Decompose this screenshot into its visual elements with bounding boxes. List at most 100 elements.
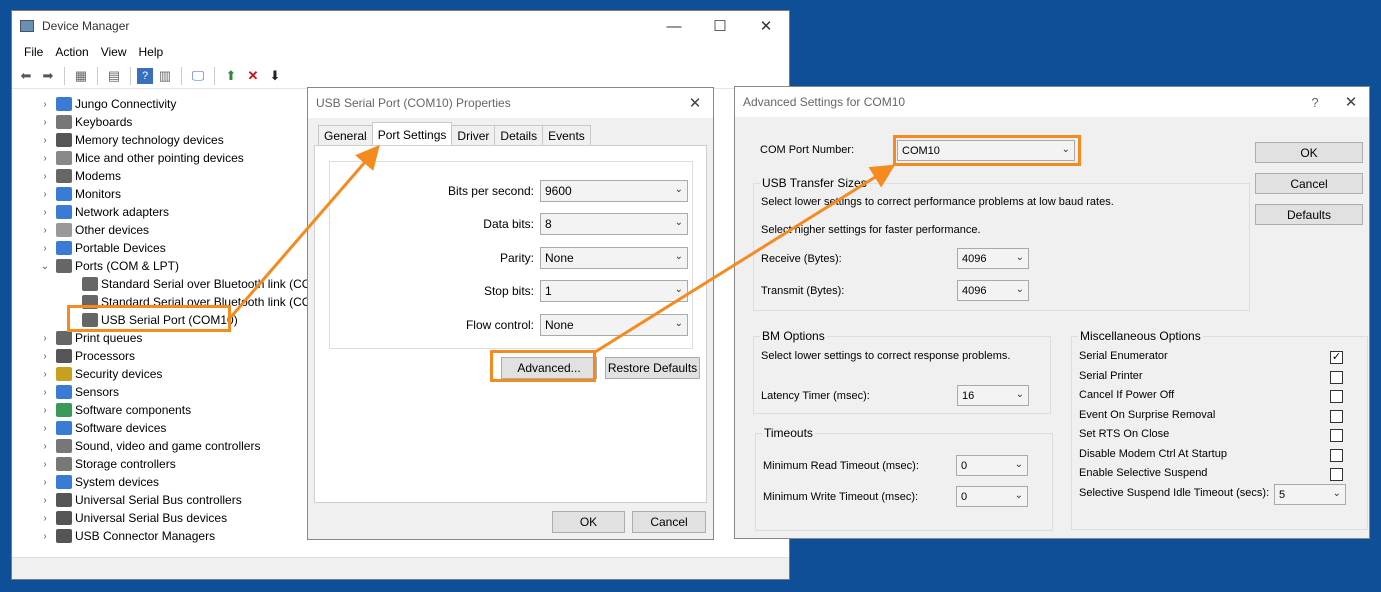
misc-option-checkbox[interactable] [1330,468,1343,481]
tab-port-settings[interactable]: Port Settings [371,122,453,146]
latency-timer-select[interactable]: 16 ⌄ [957,385,1029,406]
misc-option-label: Set RTS On Close [1079,428,1170,440]
tab-events[interactable]: Events [542,125,591,146]
device-category-icon [56,349,72,363]
properties-title-bar[interactable]: USB Serial Port (COM10) Properties ✕ [308,88,713,118]
flow-control-select[interactable]: None ⌄ [540,314,688,336]
expand-icon[interactable]: › [38,405,52,416]
restore-defaults-button[interactable]: Restore Defaults [605,357,700,379]
advanced-title-bar[interactable]: Advanced Settings for COM10 ? ✕ [735,87,1369,117]
read-timeout-select[interactable]: 0 ⌄ [956,455,1028,476]
suspend-timeout-select[interactable]: 5 ⌄ [1274,484,1346,505]
tree-item-label: Other devices [75,223,150,237]
chevron-down-icon: ⌄ [1015,389,1024,400]
cancel-button[interactable]: Cancel [632,511,706,533]
help-icon[interactable]: ? [1297,95,1333,110]
bits-per-second-select[interactable]: 9600 ⌄ [540,180,688,202]
expand-icon[interactable]: › [38,99,52,110]
misc-option-checkbox[interactable] [1330,409,1343,423]
misc-option-checkbox[interactable] [1330,448,1343,462]
expand-icon[interactable]: › [38,333,52,344]
help-icon[interactable]: ? [137,67,153,84]
toolbar-divider [181,66,182,85]
write-timeout-select[interactable]: 0 ⌄ [956,486,1028,507]
transmit-label: Transmit (Bytes): [761,285,845,297]
toolbar-divider [214,66,215,85]
expand-icon[interactable]: › [38,513,52,524]
expand-icon[interactable]: › [38,495,52,506]
tree-item-label: Mice and other pointing devices [75,151,244,165]
tree-item-label: Sound, video and game controllers [75,439,261,453]
expand-icon[interactable]: › [38,171,52,182]
uninstall-icon[interactable]: ✕ [243,66,263,86]
tree-item-label: Storage controllers [75,457,176,471]
maximize-button[interactable]: ☐ [697,11,743,41]
tab-strip: General Port Settings Driver Details Eve… [318,122,591,146]
disable-device-icon[interactable]: ⬇ [265,66,285,86]
misc-option-checkbox[interactable] [1330,429,1343,442]
misc-option-checkbox[interactable] [1330,390,1343,403]
expand-icon[interactable]: › [38,423,52,434]
chevron-down-icon: ⌄ [1015,284,1024,295]
device-category-icon [56,259,72,273]
forward-arrow-icon[interactable]: ➡ [38,66,58,86]
expand-icon[interactable]: › [38,153,52,164]
expand-icon[interactable]: › [38,477,52,488]
back-arrow-icon[interactable]: ⬅ [16,66,36,86]
expand-icon[interactable]: › [38,531,52,542]
expand-icon[interactable]: › [38,459,52,470]
device-category-icon [56,331,72,345]
close-icon[interactable]: ✕ [677,94,713,112]
cancel-button[interactable]: Cancel [1255,173,1363,194]
tab-details[interactable]: Details [494,125,544,146]
close-icon[interactable]: ✕ [1333,93,1369,111]
expand-icon[interactable]: › [38,387,52,398]
menu-help[interactable]: Help [133,45,170,59]
expand-icon[interactable]: › [38,135,52,146]
expand-icon[interactable]: › [38,117,52,128]
parity-select[interactable]: None ⌄ [540,247,688,269]
data-bits-select[interactable]: 8 ⌄ [540,213,688,235]
misc-option-checkbox[interactable] [1330,370,1343,384]
close-button[interactable]: ✕ [743,11,789,41]
menu-action[interactable]: Action [49,45,94,59]
expand-icon[interactable]: › [38,243,52,254]
tab-general[interactable]: General [318,125,373,146]
expand-icon[interactable]: › [38,189,52,200]
menu-file[interactable]: File [18,45,49,59]
expand-icon[interactable]: › [38,351,52,362]
device-category-icon [56,385,72,399]
tab-driver[interactable]: Driver [451,125,496,146]
collapse-icon[interactable]: ⌄ [38,261,52,272]
tree-item-label: Security devices [75,367,163,381]
stop-bits-select[interactable]: 1 ⌄ [540,280,688,302]
update-driver-icon[interactable]: ⬆ [221,66,241,86]
bits-per-second-label: Bits per second: [447,184,534,198]
misc-option-label: Disable Modem Ctrl At Startup [1079,447,1227,460]
defaults-button[interactable]: Defaults [1255,204,1363,225]
device-category-icon [56,151,72,165]
expand-icon[interactable]: › [38,369,52,380]
transmit-select[interactable]: 4096 ⌄ [957,280,1029,301]
tree-item-label: Software devices [75,421,167,435]
expand-icon[interactable]: › [38,441,52,452]
scan-hardware-icon[interactable]: 🖵 [188,66,208,86]
timeouts-title: Timeouts [762,426,815,440]
title-bar[interactable]: Device Manager — ☐ ✕ [12,11,789,41]
chevron-down-icon: ⌄ [1014,459,1023,470]
action-pane-icon[interactable]: ▥ [155,66,175,86]
expand-icon[interactable]: › [38,225,52,236]
misc-option-checkbox[interactable]: ✓ [1330,351,1343,364]
menu-view[interactable]: View [95,45,133,59]
ok-button[interactable]: OK [552,511,625,533]
receive-select[interactable]: 4096 ⌄ [957,248,1029,269]
ok-button[interactable]: OK [1255,142,1363,163]
parity-value: None [545,251,574,265]
device-category-icon [56,493,72,507]
window-title: Device Manager [42,19,130,33]
properties-icon[interactable]: ▤ [104,66,124,86]
expand-icon[interactable]: › [38,207,52,218]
minimize-button[interactable]: — [651,11,697,41]
show-hide-tree-icon[interactable]: ▦ [71,66,91,86]
tree-item-label: Modems [75,169,122,183]
